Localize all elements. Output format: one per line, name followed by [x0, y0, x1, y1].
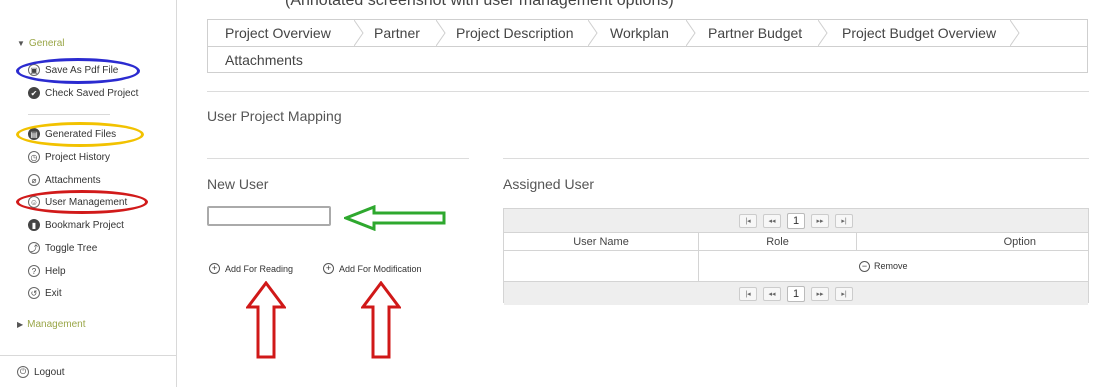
- annotation-yellow-ellipse: [16, 122, 144, 147]
- next-page-button[interactable]: ▸▸: [811, 213, 829, 228]
- pager-top: |◂ ◂◂ 1 ▸▸ ▸|: [504, 209, 1088, 232]
- tab-project-budget-overview[interactable]: Project Budget Overview: [842, 20, 996, 46]
- help-icon: ?: [28, 265, 40, 277]
- chevron-right-icon: [686, 20, 696, 46]
- add-for-modification-button[interactable]: + Add For Modification: [323, 263, 422, 274]
- sidebar-item-toggle-tree[interactable]: ⤴ Toggle Tree: [28, 240, 97, 256]
- pager-bottom: |◂ ◂◂ 1 ▸▸ ▸|: [504, 281, 1088, 305]
- sidebar-item-exit[interactable]: ↺ Exit: [28, 285, 62, 301]
- tab-partner[interactable]: Partner: [374, 20, 420, 46]
- plus-icon: +: [323, 263, 334, 274]
- logout-link[interactable]: ⏻ Logout: [17, 364, 65, 380]
- chevron-right-icon: [818, 20, 828, 46]
- collapse-arrow-icon: ▶: [17, 320, 24, 329]
- assigned-divider: [503, 158, 1089, 159]
- tree-icon: ⤴: [28, 242, 40, 254]
- sidebar-item-help[interactable]: ? Help: [28, 263, 66, 279]
- assigned-user-title: Assigned User: [503, 176, 595, 192]
- current-page[interactable]: 1: [787, 212, 805, 229]
- paperclip-icon: ⌀: [28, 174, 40, 186]
- sidebar-item-attachments[interactable]: ⌀ Attachments: [28, 172, 101, 188]
- table-row: − Remove: [504, 251, 1088, 281]
- remove-button[interactable]: − Remove: [856, 251, 1088, 281]
- sidebar-item-bookmark[interactable]: ▮ Bookmark Project: [28, 217, 124, 233]
- tab-attachments[interactable]: Attachments: [225, 47, 303, 73]
- chevron-right-icon: [354, 20, 364, 46]
- tab-project-overview[interactable]: Project Overview: [225, 20, 331, 46]
- first-page-button[interactable]: |◂: [739, 213, 757, 228]
- prev-page-button[interactable]: ◂◂: [763, 213, 781, 228]
- add-for-reading-button[interactable]: + Add For Reading: [209, 263, 293, 274]
- chevron-right-icon: [588, 20, 598, 46]
- column-header-option[interactable]: Option: [856, 233, 1088, 250]
- new-user-input[interactable]: [207, 206, 331, 226]
- plus-icon: +: [209, 263, 220, 274]
- column-header-user-name[interactable]: User Name: [504, 233, 698, 250]
- sidebar-item-check-saved[interactable]: ✔ Check Saved Project: [28, 85, 138, 101]
- page-title: User Project Mapping: [207, 108, 342, 124]
- cell-user-name: [504, 251, 698, 281]
- bookmark-icon: ▮: [28, 219, 40, 231]
- section-management[interactable]: ▶ Management: [17, 319, 86, 330]
- annotation-red-arrow-modification: [361, 281, 401, 359]
- new-user-title: New User: [207, 176, 269, 192]
- annotation-green-arrow: [344, 205, 446, 231]
- annotation-red-ellipse: [16, 190, 148, 214]
- last-page-button[interactable]: ▸|: [835, 286, 853, 301]
- new-user-divider: [207, 158, 469, 159]
- history-icon: ◷: [28, 151, 40, 163]
- assigned-user-grid: |◂ ◂◂ 1 ▸▸ ▸| User Name Role Option − Rem…: [503, 208, 1089, 305]
- power-icon: ⏻: [17, 366, 29, 378]
- tab-project-description[interactable]: Project Description: [456, 20, 574, 46]
- minus-icon: −: [859, 260, 870, 272]
- check-icon: ✔: [28, 87, 40, 99]
- current-page[interactable]: 1: [787, 285, 805, 302]
- chevron-right-icon: [1010, 20, 1020, 46]
- section-divider: [207, 91, 1089, 92]
- annotation-caption: (Annotated screenshot with user manageme…: [285, 0, 674, 9]
- tab-row-divider: [208, 46, 1087, 47]
- first-page-button[interactable]: |◂: [739, 286, 757, 301]
- column-header-role[interactable]: Role: [698, 233, 856, 250]
- grid-header: User Name Role Option: [504, 232, 1088, 251]
- sidebar-divider-bottom: [0, 355, 176, 356]
- section-general[interactable]: ▼ General: [17, 38, 65, 49]
- expand-arrow-icon: ▼: [17, 39, 25, 48]
- last-page-button[interactable]: ▸|: [835, 213, 853, 228]
- prev-page-button[interactable]: ◂◂: [763, 286, 781, 301]
- sidebar-divider: [28, 114, 110, 115]
- sidebar-item-project-history[interactable]: ◷ Project History: [28, 149, 110, 165]
- chevron-right-icon: [436, 20, 446, 46]
- annotation-red-arrow-reading: [246, 281, 286, 359]
- tab-bar: Project Overview Partner Project Descrip…: [207, 19, 1088, 73]
- tab-workplan[interactable]: Workplan: [610, 20, 669, 46]
- next-page-button[interactable]: ▸▸: [811, 286, 829, 301]
- exit-icon: ↺: [28, 287, 40, 299]
- tab-partner-budget[interactable]: Partner Budget: [708, 20, 802, 46]
- cell-role: [698, 251, 856, 281]
- annotation-blue-ellipse: [16, 58, 140, 84]
- sidebar: ▼ General ▣ Save As Pdf File ✔ Check Saved …: [0, 0, 177, 387]
